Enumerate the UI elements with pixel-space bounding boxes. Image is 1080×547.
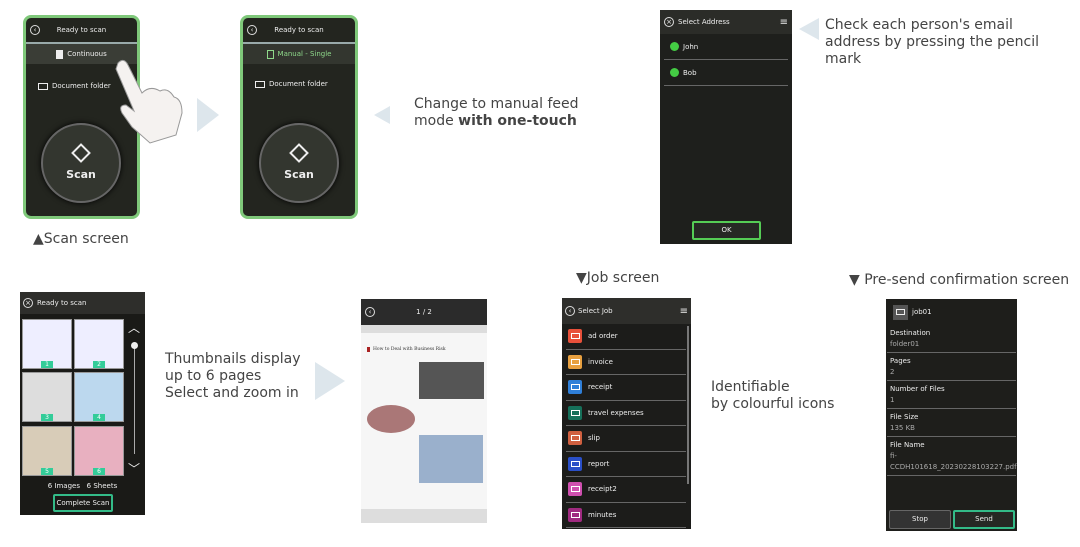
scrollbar[interactable] bbox=[687, 326, 689, 484]
close-icon[interactable]: × bbox=[23, 298, 33, 308]
scrollbar[interactable] bbox=[134, 344, 135, 454]
info-field: Number of Files 1 bbox=[887, 381, 1016, 409]
folder-row[interactable]: Document folder bbox=[255, 80, 355, 88]
arrow-left-icon bbox=[374, 106, 390, 124]
caption-scan-screen: ▲Scan screen bbox=[33, 231, 129, 247]
scan-diamond-icon bbox=[289, 142, 309, 163]
folder-icon bbox=[568, 380, 582, 395]
edit-pencil-icon[interactable]: ≡ bbox=[780, 17, 788, 28]
thumbnail[interactable]: 1 bbox=[22, 319, 72, 369]
document-icon bbox=[56, 49, 64, 59]
folder-icon bbox=[568, 329, 582, 344]
arrow-left-icon bbox=[799, 18, 819, 40]
folder-icon bbox=[255, 80, 265, 88]
address-item[interactable]: Bob bbox=[664, 60, 788, 86]
back-icon[interactable]: ‹ bbox=[365, 307, 375, 317]
info-field: File Name fi-CCDH101618_20230228103227.pd… bbox=[887, 437, 1017, 476]
map-image bbox=[419, 435, 483, 483]
info-field: Pages 2 bbox=[887, 353, 1016, 381]
back-icon[interactable]: ‹ bbox=[565, 306, 575, 316]
folder-icon bbox=[893, 304, 908, 320]
info-field: File Size 135 KB bbox=[887, 409, 1016, 437]
job-item[interactable]: travel expenses bbox=[566, 401, 686, 426]
thumbnail[interactable]: 5 bbox=[22, 426, 72, 476]
scan-diamond-icon bbox=[71, 142, 91, 163]
folder-icon bbox=[38, 82, 48, 90]
scroll-down-icon[interactable]: ﹀ bbox=[128, 460, 140, 477]
job-item[interactable]: ad order bbox=[566, 324, 686, 350]
hand-pointer-icon bbox=[115, 59, 183, 144]
caption-job: ▼Job screen bbox=[576, 270, 660, 286]
pie-chart-image bbox=[367, 405, 415, 433]
thumbnail-screen: × Ready to scan 1 2 3 4 5 6 ︿ ﹀ 6 Images… bbox=[20, 292, 145, 515]
scroll-thumb[interactable] bbox=[131, 342, 138, 349]
complete-scan-button[interactable]: Complete Scan bbox=[53, 494, 113, 512]
address-title: Select Address bbox=[678, 18, 730, 26]
folder-icon bbox=[568, 507, 582, 522]
folder-icon bbox=[568, 405, 582, 420]
job-item[interactable]: slip bbox=[566, 426, 686, 452]
job-item[interactable]: minutes bbox=[566, 503, 686, 528]
document-viewer: ‹ 1 / 2 How to Deal with Business Risk bbox=[361, 299, 487, 523]
job-item[interactable]: invoice bbox=[566, 350, 686, 375]
back-icon[interactable]: ‹ bbox=[30, 25, 40, 35]
address-item[interactable]: John bbox=[664, 34, 788, 60]
caption-address: Check each person's email address by pre… bbox=[825, 17, 1039, 67]
folder-icon bbox=[568, 456, 582, 471]
page-indicator: 1 / 2 bbox=[416, 308, 432, 316]
info-field: Destination folder01 bbox=[887, 325, 1016, 353]
mode-button[interactable]: Manual - Single bbox=[243, 44, 355, 64]
job-item[interactable]: receipt bbox=[566, 375, 686, 401]
scan-title: Ready to scan bbox=[274, 26, 324, 34]
mail-icon bbox=[568, 354, 582, 369]
caption-manual: Change to manual feed mode with one-touc… bbox=[414, 96, 579, 129]
job-item[interactable]: report bbox=[566, 452, 686, 477]
arrow-right-icon bbox=[315, 362, 345, 400]
scan-header: ‹ Ready to scan bbox=[26, 18, 137, 44]
sort-icon[interactable]: ≡ bbox=[680, 306, 688, 317]
caption-icons: Identifiable by colourful icons bbox=[711, 379, 835, 412]
thumbnail[interactable]: 2 bbox=[74, 319, 124, 369]
caption-thumbs: Thumbnails display up to 6 pages Select … bbox=[165, 351, 301, 401]
presend-screen: job01 Destination folder01 Pages 2 Number of… bbox=[886, 299, 1017, 531]
caption-presend: ▼ Pre-send confirmation screen bbox=[849, 272, 1070, 288]
job-screen: ‹ Select Job ≡ ad order invoice receipt tra… bbox=[562, 298, 691, 529]
scroll-up-icon[interactable]: ︿ bbox=[128, 319, 140, 336]
close-icon[interactable]: × bbox=[664, 17, 674, 27]
thumbnail[interactable]: 6 bbox=[74, 426, 124, 476]
stop-button[interactable]: Stop bbox=[889, 510, 951, 529]
job-list: ad order invoice receipt travel expenses sli… bbox=[562, 324, 691, 528]
scan-button[interactable]: Scan bbox=[259, 123, 339, 203]
job-name: job01 bbox=[912, 308, 932, 316]
mail-icon bbox=[568, 431, 582, 446]
send-button[interactable]: Send bbox=[953, 510, 1015, 529]
ok-button[interactable]: OK bbox=[692, 221, 761, 240]
scan-screen-manual: ‹ Ready to scan Manual - Single Document… bbox=[240, 15, 358, 219]
document-icon bbox=[266, 49, 274, 59]
back-icon[interactable]: ‹ bbox=[247, 25, 257, 35]
scan-header: ‹ Ready to scan bbox=[243, 18, 355, 44]
document-page[interactable]: How to Deal with Business Risk bbox=[361, 333, 487, 509]
photo-image bbox=[419, 362, 484, 399]
thumbnail[interactable]: 4 bbox=[74, 372, 124, 422]
thumbnail[interactable]: 3 bbox=[22, 372, 72, 422]
arrow-right-icon bbox=[197, 98, 219, 132]
job-title: Select Job bbox=[578, 307, 613, 315]
mail-icon bbox=[568, 482, 582, 497]
select-address-screen: × Select Address ≡ John Bob OK bbox=[660, 10, 792, 244]
field-list: Destination folder01 Pages 2 Number of Files… bbox=[886, 325, 1017, 476]
count-info: 6 Images 6 Sheets bbox=[47, 482, 118, 490]
scan-title: Ready to scan bbox=[56, 26, 107, 34]
scan-button[interactable]: Scan bbox=[41, 123, 121, 203]
check-icon bbox=[670, 68, 679, 77]
thumbs-title: Ready to scan bbox=[37, 299, 87, 307]
job-item[interactable]: receipt2 bbox=[566, 477, 686, 503]
check-icon bbox=[670, 42, 679, 51]
